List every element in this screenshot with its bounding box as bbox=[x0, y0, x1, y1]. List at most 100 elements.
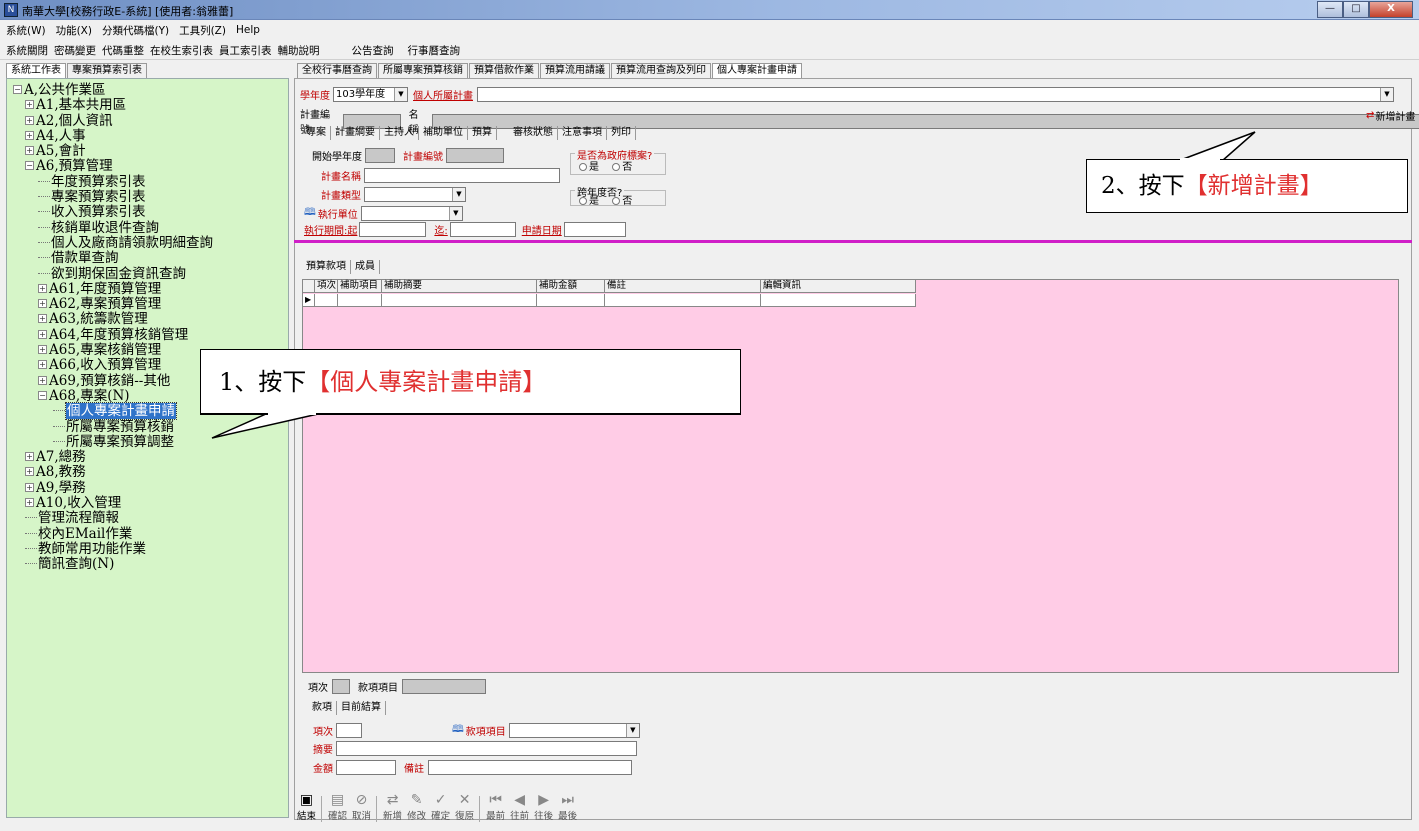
note-input[interactable] bbox=[428, 760, 632, 775]
tree-item[interactable]: 校內EMail作業 bbox=[7, 526, 213, 542]
personal-plan-label[interactable]: 個人所屬計畫 bbox=[413, 87, 473, 102]
collapse-icon[interactable]: − bbox=[38, 390, 47, 400]
expand-icon[interactable]: + bbox=[38, 314, 47, 324]
tree-item[interactable]: + A9,學務 bbox=[7, 480, 213, 496]
amount-input[interactable] bbox=[336, 760, 396, 775]
subtab-notes[interactable]: 注意事項 bbox=[558, 126, 607, 140]
ok-button[interactable]: ✓ 確定 bbox=[431, 792, 450, 822]
expand-icon[interactable]: + bbox=[25, 100, 34, 110]
tree-item[interactable]: 收入預算索引表 bbox=[7, 205, 213, 220]
expand-icon[interactable]: + bbox=[25, 498, 34, 508]
lower-item-no-input[interactable] bbox=[336, 723, 362, 738]
subtab-outline[interactable]: 計畫綱要 bbox=[331, 126, 380, 140]
tree-item[interactable]: + A8,教務 bbox=[7, 465, 213, 480]
menu-system[interactable]: 系統(W) bbox=[6, 23, 46, 38]
expand-icon[interactable]: + bbox=[38, 375, 47, 385]
tree-item[interactable]: 專案預算索引表 bbox=[7, 189, 213, 205]
tree-item[interactable]: + A65,專案核銷管理 bbox=[7, 342, 213, 358]
cross-yes-radio[interactable] bbox=[579, 197, 587, 205]
tree-item[interactable]: 年度預算索引表 bbox=[7, 174, 213, 190]
subtab-project[interactable]: 專案 bbox=[302, 126, 331, 140]
system-close-link[interactable]: 系統關閉 bbox=[6, 43, 48, 58]
exec-unit-select[interactable]: ▼ bbox=[360, 206, 463, 221]
menu-category-code[interactable]: 分類代碼檔(Y) bbox=[102, 23, 169, 38]
calendar-link[interactable]: 行事曆查詢 bbox=[408, 43, 461, 58]
tab-budget-items[interactable]: 預算款項 bbox=[302, 260, 351, 274]
tree-item[interactable]: + A4,人事 bbox=[7, 128, 213, 144]
tree-item[interactable]: − A68,專案(N) bbox=[7, 388, 213, 404]
menu-help[interactable]: Help bbox=[236, 24, 260, 36]
tree-item[interactable]: + A1,基本共用區 bbox=[7, 98, 213, 113]
refresh-code-link[interactable]: 代碼重整 bbox=[102, 43, 144, 58]
tree-item[interactable]: + A62,專案預算管理 bbox=[7, 297, 213, 312]
period-start-label[interactable]: 執行期間:起 bbox=[304, 222, 357, 237]
cross-no-radio[interactable] bbox=[612, 197, 621, 205]
announcement-link[interactable]: 公告查詢 bbox=[352, 43, 394, 58]
tab-budget-transfer-request[interactable]: 預算流用請議 bbox=[540, 63, 610, 78]
help-link[interactable]: 輔助說明 bbox=[278, 43, 320, 58]
subtab-funding-unit[interactable]: 補助單位 bbox=[419, 126, 468, 140]
tree-item[interactable]: 所屬專案預算核銷 bbox=[7, 419, 213, 435]
tab-budget-transfer-query[interactable]: 預算流用查詢及列印 bbox=[611, 63, 711, 78]
gov-yes-radio[interactable] bbox=[579, 163, 587, 171]
tab-current-settlement[interactable]: 目前結算 bbox=[337, 701, 386, 715]
apply-date-input[interactable] bbox=[563, 222, 626, 237]
expand-icon[interactable]: + bbox=[38, 299, 47, 309]
tree-item[interactable]: + A61,年度預算管理 bbox=[7, 281, 213, 297]
next-button[interactable]: ▶ 往後 bbox=[534, 792, 553, 822]
table-row[interactable]: ▶ bbox=[303, 294, 916, 307]
undo-button[interactable]: ✕ 復原 bbox=[455, 792, 474, 822]
tree-item[interactable]: 欲到期保固金資訊查詢 bbox=[7, 266, 213, 282]
tree-item[interactable]: 借款單查詢 bbox=[7, 251, 213, 266]
expand-icon[interactable]: + bbox=[25, 482, 34, 492]
tree-item[interactable]: − A,公共作業區 bbox=[7, 82, 213, 98]
plan-type-select[interactable]: ▼ bbox=[364, 187, 466, 202]
tree-item[interactable]: + A69,預算核銷--其他 bbox=[7, 373, 213, 389]
confirm-button[interactable]: ▤ 確認 bbox=[328, 792, 347, 822]
budget-grid[interactable]: 項次 補助項目 補助摘要 補助金額 備註 編輯資訊 ▶ bbox=[302, 279, 1399, 673]
subtab-host[interactable]: 主持人 bbox=[380, 126, 419, 140]
expand-icon[interactable]: + bbox=[25, 452, 34, 462]
expand-icon[interactable]: + bbox=[38, 360, 47, 370]
exit-button[interactable]: ▣ 結束 bbox=[297, 792, 316, 822]
staff-index-link[interactable]: 員工索引表 bbox=[219, 43, 272, 58]
tree-item[interactable]: 簡訊查詢(N) bbox=[7, 557, 213, 572]
minimize-button[interactable]: — bbox=[1317, 1, 1343, 18]
tree-item[interactable]: 個人專案計畫申請 bbox=[7, 402, 213, 421]
period-start-input[interactable] bbox=[359, 222, 427, 237]
tree-item[interactable]: 核銷單收退件查詢 bbox=[7, 220, 213, 236]
subtab-budget[interactable]: 預算 bbox=[468, 126, 497, 140]
expand-icon[interactable]: + bbox=[25, 467, 34, 477]
tree-item[interactable]: + A66,收入預算管理 bbox=[7, 358, 213, 373]
subtab-print[interactable]: 列印 bbox=[607, 126, 636, 140]
tree-item[interactable]: + A5,會計 bbox=[7, 144, 213, 159]
tree-item[interactable]: + A64,年度預算核銷管理 bbox=[7, 327, 213, 343]
personal-plan-select[interactable]: ▼ bbox=[477, 87, 1394, 102]
first-button[interactable]: ⏮ 最前 bbox=[486, 792, 505, 822]
collapse-icon[interactable]: − bbox=[13, 85, 22, 94]
tree-item[interactable]: + A10,收入管理 bbox=[7, 495, 213, 511]
tree-item[interactable]: + A63,統籌款管理 bbox=[7, 312, 213, 327]
tab-item[interactable]: 款項 bbox=[308, 701, 337, 715]
tree-item[interactable]: 所屬專案預算調整 bbox=[7, 434, 213, 450]
expand-icon[interactable]: + bbox=[25, 130, 34, 140]
period-end-input[interactable] bbox=[449, 222, 516, 237]
menu-toolbar[interactable]: 工具列(Z) bbox=[179, 23, 226, 38]
expand-icon[interactable]: + bbox=[38, 283, 47, 293]
tree-item[interactable]: 個人及廠商請領款明細查詢 bbox=[7, 235, 213, 251]
plan-name-input[interactable] bbox=[364, 168, 560, 183]
expand-icon[interactable]: + bbox=[38, 345, 47, 355]
tab-budget-loan[interactable]: 預算借款作業 bbox=[469, 63, 539, 78]
summary-input[interactable] bbox=[336, 741, 637, 756]
close-button[interactable]: X bbox=[1369, 1, 1413, 18]
tree-item[interactable]: 教師常用功能作業 bbox=[7, 541, 213, 557]
edit-button[interactable]: ✎ 修改 bbox=[407, 792, 426, 822]
prev-button[interactable]: ◀ 往前 bbox=[510, 792, 529, 822]
expand-icon[interactable]: + bbox=[38, 329, 47, 339]
add-button[interactable]: ⇄ 新增 bbox=[383, 792, 402, 822]
gov-no-radio[interactable] bbox=[612, 163, 621, 171]
tree-item[interactable]: + A7,總務 bbox=[7, 449, 213, 465]
tab-project-reimburse[interactable]: 所屬專案預算核銷 bbox=[378, 63, 468, 78]
collapse-icon[interactable]: − bbox=[25, 161, 34, 171]
last-button[interactable]: ⏭ 最後 bbox=[558, 792, 577, 822]
